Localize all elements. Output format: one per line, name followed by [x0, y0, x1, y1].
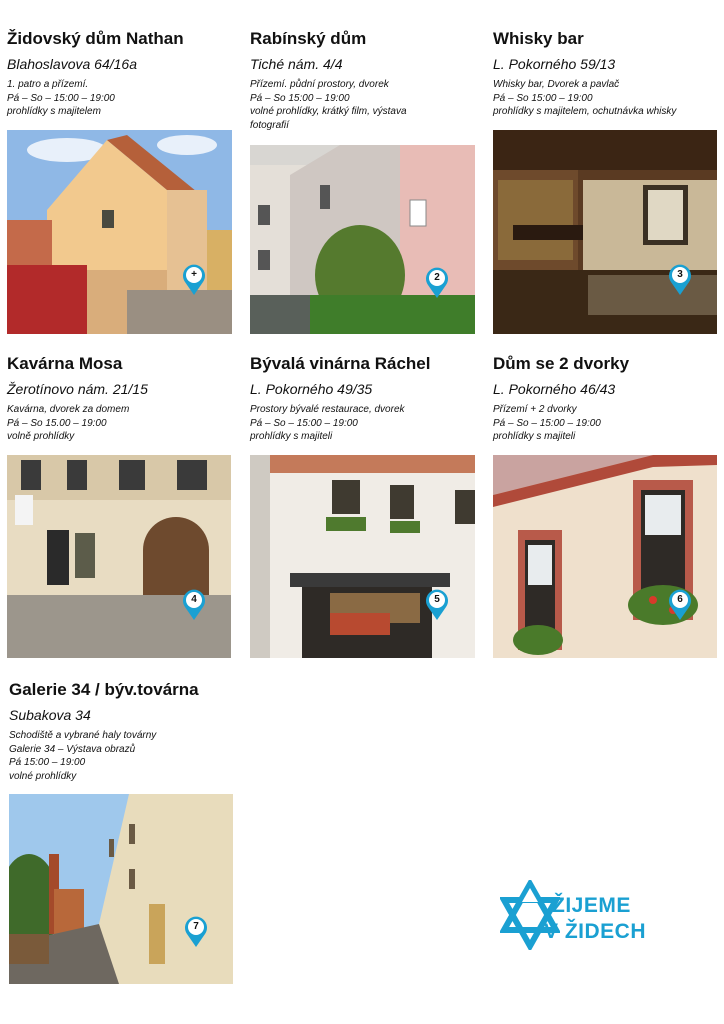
map-pin-icon: +: [181, 262, 207, 296]
venue-card-5: Bývalá vinárna Ráchel L. Pokorného 49/35…: [250, 354, 476, 444]
venue-address: Tiché nám. 4/4: [250, 56, 343, 72]
map-pin-icon: 3: [667, 262, 693, 296]
venue-address: L. Pokorného 59/13: [493, 56, 616, 72]
brand-logo: ŽIJEME V ŽIDECH: [500, 880, 670, 980]
map-pin-icon: 6: [667, 587, 693, 621]
venue-title: Rabínský dům: [250, 29, 367, 48]
venue-photo-2: [250, 145, 475, 334]
venue-photo-4: [7, 455, 231, 658]
venue-card-7: Galerie 34 / býv.továrna Subakova 34 Sch…: [9, 680, 235, 783]
venue-address: L. Pokorného 46/43: [493, 381, 616, 397]
venue-address: Žerotínovo nám. 21/15: [7, 381, 148, 397]
venue-description: Whisky bar, Dvorek a pavlač Pá – So 15:0…: [493, 79, 677, 118]
venue-card-1: Židovský dům Nathan Blahoslavova 64/16a …: [7, 29, 233, 119]
venue-photo-3: [493, 130, 717, 334]
venue-card-6: Dům se 2 dvorky L. Pokorného 46/43 Příze…: [493, 354, 719, 444]
venue-address: L. Pokorného 49/35: [250, 381, 373, 397]
venue-title: Whisky bar: [493, 29, 584, 48]
venue-photo-6: [493, 455, 717, 658]
venue-photo-5: [250, 455, 475, 658]
map-pin-icon: 4: [181, 587, 207, 621]
venue-title: Bývalá vinárna Ráchel: [250, 354, 431, 373]
venue-description: 1. patro a přízemí. Pá – So – 15:00 – 19…: [7, 79, 115, 118]
venue-address: Subakova 34: [9, 707, 91, 723]
venue-title: Židovský dům Nathan: [7, 29, 184, 48]
venue-description: Prostory bývalé restaurace, dvorek Pá – …: [250, 404, 405, 443]
venue-photo-7: [9, 794, 233, 984]
map-pin-icon: 2: [424, 265, 450, 299]
logo-line-2: V ŽIDECH: [544, 920, 647, 943]
venue-description: Kavárna, dvorek za domem Pá – So 15.00 –…: [7, 404, 130, 443]
venue-photo-1: [7, 130, 232, 334]
map-pin-icon: 5: [424, 587, 450, 621]
venue-card-2: Rabínský dům Tiché nám. 4/4 Přízemí. půd…: [250, 29, 476, 132]
venue-title: Dům se 2 dvorky: [493, 354, 630, 373]
venue-title: Kavárna Mosa: [7, 354, 123, 373]
venue-description: Přízemí + 2 dvorky Pá – So – 15:00 – 19:…: [493, 404, 601, 443]
venue-card-3: Whisky bar L. Pokorného 59/13 Whisky bar…: [493, 29, 719, 119]
venue-title: Galerie 34 / býv.továrna: [9, 680, 199, 699]
logo-line-1: ŽIJEME: [552, 894, 631, 917]
map-pin-icon: 7: [183, 914, 209, 948]
venue-address: Blahoslavova 64/16a: [7, 56, 137, 72]
venue-description: Schodiště a vybrané haly továrny Galerie…: [9, 730, 157, 782]
venue-description: Přízemí. půdní prostory, dvorek Pá – So …: [250, 79, 407, 131]
venue-card-4: Kavárna Mosa Žerotínovo nám. 21/15 Kavár…: [7, 354, 233, 444]
